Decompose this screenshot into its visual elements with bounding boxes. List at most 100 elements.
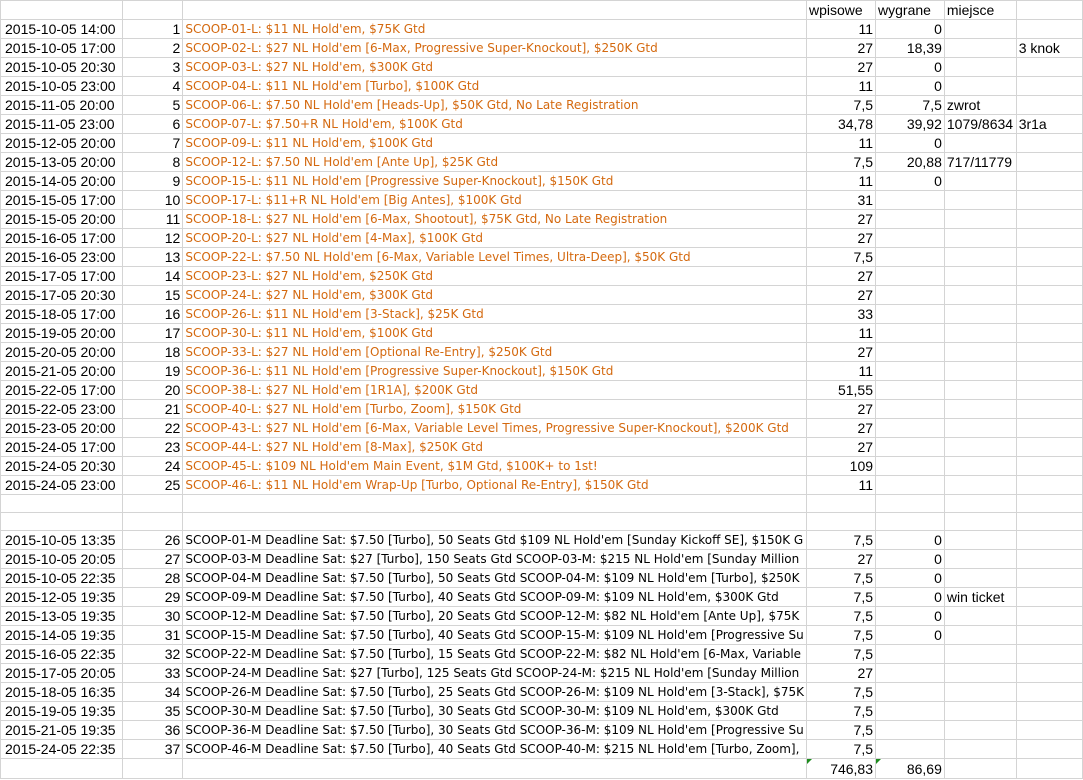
cell-miejsce[interactable] xyxy=(943,399,1017,419)
cell-tournament-name[interactable]: SCOOP-03-L: $27 NL Hold'em, $300K Gtd xyxy=(182,57,807,77)
cell-date[interactable]: 2015-20-05 20:00 xyxy=(0,342,123,362)
cell-number[interactable]: 27 xyxy=(121,549,184,569)
cell-wpisowe[interactable]: 11 xyxy=(805,133,877,153)
cell-note[interactable] xyxy=(1015,76,1083,96)
cell-wygrane[interactable] xyxy=(875,644,945,664)
cell-miejsce[interactable] xyxy=(943,625,1017,645)
cell-number[interactable]: 3 xyxy=(121,57,184,77)
cell-number[interactable]: 5 xyxy=(121,95,184,115)
cell-tournament-name[interactable]: SCOOP-44-L: $27 NL Hold'em [8-Max], $250… xyxy=(182,437,807,457)
cell-miejsce[interactable] xyxy=(943,266,1017,286)
cell-date[interactable]: 2015-15-05 17:00 xyxy=(0,190,123,210)
cell-number[interactable]: 36 xyxy=(121,720,184,740)
cell-tournament-name[interactable]: SCOOP-12-M Deadline Sat: $7.50 [Turbo], … xyxy=(182,606,807,626)
cell-wpisowe[interactable]: 7,5 xyxy=(805,720,877,740)
cell-note[interactable] xyxy=(1015,190,1083,210)
cell[interactable] xyxy=(1015,494,1083,513)
cell-wpisowe[interactable]: 27 xyxy=(805,209,877,229)
cell-note[interactable] xyxy=(1015,361,1083,381)
cell-tournament-name[interactable]: SCOOP-26-L: $11 NL Hold'em [3-Stack], $2… xyxy=(182,304,807,324)
cell[interactable] xyxy=(943,512,1017,531)
cell[interactable] xyxy=(121,0,184,20)
cell-miejsce[interactable] xyxy=(943,209,1017,229)
cell-tournament-name[interactable]: SCOOP-30-L: $11 NL Hold'em, $100K Gtd xyxy=(182,323,807,343)
cell-tournament-name[interactable]: SCOOP-36-L: $11 NL Hold'em [Progressive … xyxy=(182,361,807,381)
cell-note[interactable] xyxy=(1015,418,1083,438)
cell-number[interactable]: 21 xyxy=(121,399,184,419)
cell-miejsce[interactable] xyxy=(943,304,1017,324)
cell-note[interactable] xyxy=(1015,380,1083,400)
cell-tournament-name[interactable]: SCOOP-04-M Deadline Sat: $7.50 [Turbo], … xyxy=(182,568,807,588)
cell-miejsce[interactable] xyxy=(943,475,1017,495)
cell-miejsce[interactable] xyxy=(943,76,1017,96)
cell-date[interactable]: 2015-10-05 20:05 xyxy=(0,549,123,569)
cell-miejsce[interactable] xyxy=(943,437,1017,457)
cell-wygrane[interactable] xyxy=(875,380,945,400)
cell-note[interactable] xyxy=(1015,568,1083,588)
cell-tournament-name[interactable]: SCOOP-24-L: $27 NL Hold'em, $300K Gtd xyxy=(182,285,807,305)
cell-tournament-name[interactable]: SCOOP-01-L: $11 NL Hold'em, $75K Gtd xyxy=(182,19,807,39)
cell-note[interactable] xyxy=(1015,701,1083,721)
cell-wygrane[interactable]: 0 xyxy=(875,625,945,645)
cell[interactable] xyxy=(182,758,807,779)
cell-note[interactable] xyxy=(1015,323,1083,343)
cell-note[interactable] xyxy=(1015,57,1083,77)
cell-miejsce[interactable]: 717/11779 xyxy=(943,152,1017,172)
cell-note[interactable] xyxy=(1015,304,1083,324)
cell-date[interactable]: 2015-10-05 20:30 xyxy=(0,57,123,77)
cell[interactable] xyxy=(121,494,184,513)
cell-wygrane[interactable] xyxy=(875,209,945,229)
cell-miejsce[interactable] xyxy=(943,549,1017,569)
cell-number[interactable]: 30 xyxy=(121,606,184,626)
cell-wpisowe[interactable]: 11 xyxy=(805,19,877,39)
cell-note[interactable]: 3r1a xyxy=(1015,114,1083,134)
cell-wygrane[interactable] xyxy=(875,720,945,740)
cell[interactable] xyxy=(182,512,807,531)
cell-note[interactable] xyxy=(1015,549,1083,569)
cell-miejsce[interactable] xyxy=(943,19,1017,39)
cell[interactable] xyxy=(182,494,807,513)
cell-date[interactable]: 2015-17-05 20:30 xyxy=(0,285,123,305)
cell-wygrane[interactable] xyxy=(875,285,945,305)
cell-tournament-name[interactable]: SCOOP-22-L: $7.50 NL Hold'em [6-Max, Var… xyxy=(182,247,807,267)
cell-miejsce[interactable] xyxy=(943,739,1017,759)
cell[interactable] xyxy=(0,494,123,513)
cell[interactable] xyxy=(121,512,184,531)
cell-wpisowe[interactable]: 27 xyxy=(805,266,877,286)
cell-tournament-name[interactable]: SCOOP-24-M Deadline Sat: $27 [Turbo], 12… xyxy=(182,663,807,683)
cell-wpisowe[interactable]: 27 xyxy=(805,549,877,569)
cell-wygrane[interactable] xyxy=(875,323,945,343)
cell-number[interactable]: 34 xyxy=(121,682,184,702)
cell-date[interactable]: 2015-10-05 23:00 xyxy=(0,76,123,96)
cell-miejsce[interactable] xyxy=(943,720,1017,740)
cell-number[interactable]: 14 xyxy=(121,266,184,286)
cell-tournament-name[interactable]: SCOOP-45-L: $109 NL Hold'em Main Event, … xyxy=(182,456,807,476)
cell-note[interactable] xyxy=(1015,475,1083,495)
cell-miejsce[interactable] xyxy=(943,342,1017,362)
cell-tournament-name[interactable]: SCOOP-09-M Deadline Sat: $7.50 [Turbo], … xyxy=(182,587,807,607)
cell-wygrane[interactable]: 0 xyxy=(875,19,945,39)
cell-miejsce[interactable] xyxy=(943,456,1017,476)
cell-number[interactable]: 19 xyxy=(121,361,184,381)
cell-date[interactable]: 2015-18-05 17:00 xyxy=(0,304,123,324)
cell-wpisowe[interactable]: 7,5 xyxy=(805,644,877,664)
cell-miejsce[interactable] xyxy=(943,57,1017,77)
cell[interactable] xyxy=(805,494,877,513)
cell-wygrane[interactable]: 0 xyxy=(875,549,945,569)
cell-wpisowe[interactable]: 7,5 xyxy=(805,530,877,550)
cell-date[interactable]: 2015-11-05 20:00 xyxy=(0,95,123,115)
cell-miejsce[interactable] xyxy=(943,663,1017,683)
total-wpisowe[interactable]: 746,83 xyxy=(805,758,877,779)
cell-note[interactable] xyxy=(1015,682,1083,702)
cell-date[interactable]: 2015-19-05 20:00 xyxy=(0,323,123,343)
cell-wpisowe[interactable]: 11 xyxy=(805,171,877,191)
cell-wpisowe[interactable]: 51,55 xyxy=(805,380,877,400)
cell-wpisowe[interactable]: 7,5 xyxy=(805,682,877,702)
cell-number[interactable]: 32 xyxy=(121,644,184,664)
cell-wpisowe[interactable]: 7,5 xyxy=(805,152,877,172)
cell-date[interactable]: 2015-10-05 17:00 xyxy=(0,38,123,58)
cell-date[interactable]: 2015-23-05 20:00 xyxy=(0,418,123,438)
cell-miejsce[interactable] xyxy=(943,568,1017,588)
cell-number[interactable]: 26 xyxy=(121,530,184,550)
cell-wygrane[interactable]: 0 xyxy=(875,76,945,96)
